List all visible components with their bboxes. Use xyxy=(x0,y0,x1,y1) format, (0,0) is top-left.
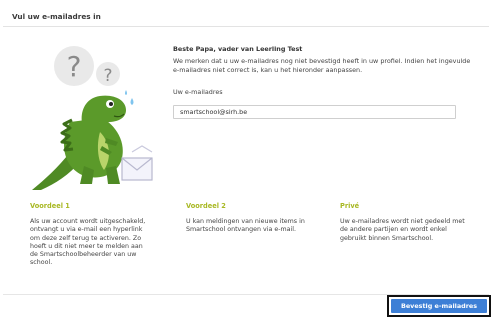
benefit-1: Voordeel 1 Als uw account wordt uitgesch… xyxy=(30,202,150,268)
benefit-text: Als uw account wordt uitgeschakeld, ontv… xyxy=(30,218,146,267)
envelope-icon xyxy=(121,145,153,181)
confirm-email-button[interactable]: Bevestig e-mailadres xyxy=(391,299,487,313)
question-mark-bubble-icon: ? xyxy=(54,46,94,86)
intro-section: Beste Papa, vader van Leerling Test We m… xyxy=(173,45,478,75)
svg-text:?: ? xyxy=(103,66,112,86)
dinosaur-illustration: ? ? xyxy=(32,46,153,190)
dinosaur-mascot-icon xyxy=(32,90,134,190)
confirm-button-focus-ring: Bevestig e-mailadres xyxy=(387,295,491,317)
benefit-title: Voordeel 1 xyxy=(30,202,70,210)
svg-text:?: ? xyxy=(67,50,82,83)
benefit-title: Privé xyxy=(340,202,360,210)
greeting: Beste Papa, vader van Leerling Test xyxy=(173,45,303,53)
benefit-title: Voordeel 2 xyxy=(186,202,226,210)
benefit-text: U kan meldingen van nieuwe items in Smar… xyxy=(186,218,305,234)
intro-text: We merken dat u uw e-mailadres nog niet … xyxy=(173,57,471,74)
dialog-title: Vul uw e-mailadres in xyxy=(12,12,101,21)
email-label: Uw e-mailadres xyxy=(173,88,223,96)
email-input[interactable] xyxy=(173,105,456,119)
title-divider xyxy=(3,26,489,27)
benefit-2: Voordeel 2 U kan meldingen van nieuwe it… xyxy=(186,202,306,235)
benefit-text: Uw e-mailadres wordt niet gedeeld met de… xyxy=(340,218,465,242)
question-mark-bubble-icon: ? xyxy=(96,62,120,86)
benefit-privacy: Privé Uw e-mailadres wordt niet gedeeld … xyxy=(340,202,470,243)
